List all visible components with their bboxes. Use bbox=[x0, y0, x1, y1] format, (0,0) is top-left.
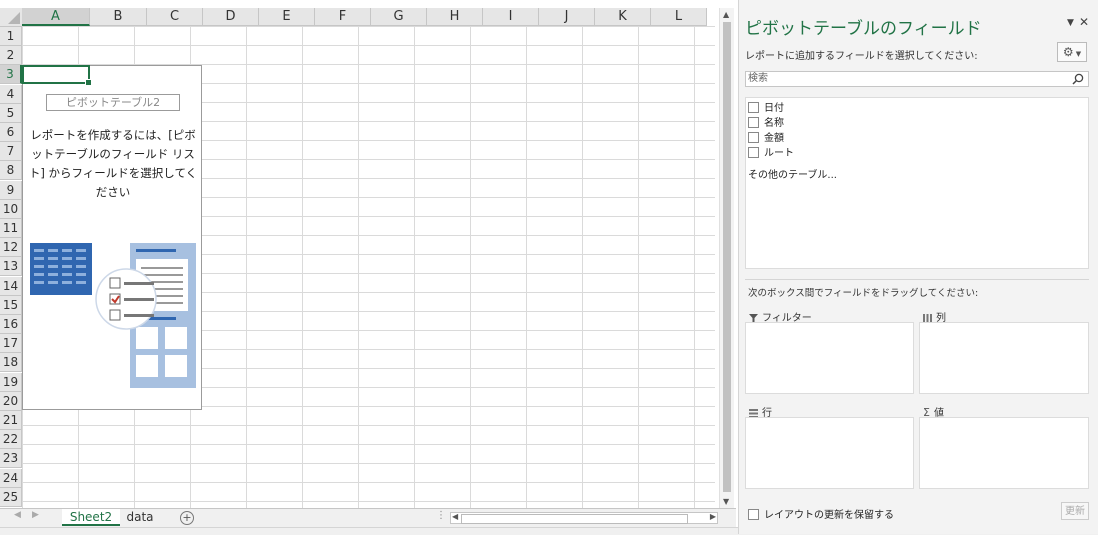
column-header-c[interactable]: C bbox=[147, 8, 203, 26]
select-all-corner[interactable] bbox=[0, 8, 23, 27]
columns-drop-area[interactable] bbox=[919, 322, 1089, 394]
pane-divider[interactable] bbox=[745, 279, 1089, 280]
pivot-instructions: レポートを作成するには、[ピボットテーブルのフィールド リスト] からフィールド… bbox=[28, 128, 198, 199]
row-header-14[interactable]: 14 bbox=[0, 276, 22, 296]
search-placeholder: 検索 bbox=[748, 73, 768, 84]
scroll-right-icon[interactable]: ▶ bbox=[710, 512, 716, 521]
column-header-k[interactable]: K bbox=[595, 8, 651, 26]
row-header-3[interactable]: 3 bbox=[0, 65, 22, 85]
gear-icon[interactable]: ⚙ ▼ bbox=[1057, 42, 1087, 62]
more-tables-link[interactable]: その他のテーブル... bbox=[748, 166, 837, 181]
field-label: 金額 bbox=[764, 133, 784, 144]
field-list: 日付 名称 金額 ルート その他のテーブル... bbox=[745, 97, 1089, 269]
column-header-f[interactable]: F bbox=[315, 8, 371, 26]
row-header-17[interactable]: 17 bbox=[0, 334, 22, 354]
drag-instruction: 次のボックス間でフィールドをドラッグしてください: bbox=[748, 288, 979, 299]
row-header-21[interactable]: 21 bbox=[0, 411, 22, 430]
row-header-7[interactable]: 7 bbox=[0, 142, 22, 162]
defer-layout-update[interactable]: レイアウトの更新を保留する bbox=[748, 506, 894, 521]
row-header-2[interactable]: 2 bbox=[0, 46, 22, 66]
defer-update-checkbox[interactable] bbox=[748, 508, 759, 520]
row-header-12[interactable]: 12 bbox=[0, 238, 22, 258]
row-header-18[interactable]: 18 bbox=[0, 353, 22, 373]
field-label: ルート bbox=[764, 148, 794, 159]
row-header-16[interactable]: 16 bbox=[0, 315, 22, 334]
row-header-20[interactable]: 20 bbox=[0, 391, 22, 411]
sheet-tab-data[interactable]: data bbox=[122, 509, 158, 526]
pivot-table-name: ピボットテーブル2 bbox=[46, 94, 180, 111]
row-header-22[interactable]: 22 bbox=[0, 430, 22, 450]
sheet-tab-sheet2[interactable]: Sheet2 bbox=[62, 509, 120, 526]
field-item-route[interactable]: ルート bbox=[748, 146, 794, 161]
rows-drop-area[interactable] bbox=[745, 417, 914, 489]
horizontal-scroll-thumb[interactable] bbox=[461, 514, 688, 524]
column-header-a[interactable]: A bbox=[22, 8, 90, 26]
column-header-h[interactable]: H bbox=[427, 8, 483, 26]
vertical-scroll-thumb[interactable] bbox=[723, 22, 731, 492]
pane-options-chevron-icon[interactable]: ▼ bbox=[1067, 18, 1074, 28]
splitter-handle-icon[interactable]: ⋮ bbox=[436, 510, 446, 521]
field-label: 日付 bbox=[764, 103, 784, 114]
column-header-d[interactable]: D bbox=[203, 8, 259, 26]
field-item-amount[interactable]: 金額 bbox=[748, 131, 784, 146]
selected-cell-a3[interactable] bbox=[22, 65, 92, 86]
checkbox[interactable] bbox=[748, 146, 759, 158]
row-header-23[interactable]: 23 bbox=[0, 449, 22, 469]
checkbox[interactable] bbox=[748, 101, 759, 113]
row-header-13[interactable]: 13 bbox=[0, 257, 22, 277]
field-item-name[interactable]: 名称 bbox=[748, 116, 784, 131]
row-header-19[interactable]: 19 bbox=[0, 372, 22, 392]
row-header-9[interactable]: 9 bbox=[0, 180, 22, 200]
checkbox[interactable] bbox=[748, 131, 759, 143]
scroll-up-icon[interactable]: ▲ bbox=[723, 10, 729, 19]
tab-scroll-left-icon[interactable]: ◀ bbox=[14, 510, 21, 520]
horizontal-scrollbar[interactable]: ◀ ▶ bbox=[450, 512, 718, 524]
pane-title: ピボットテーブルのフィールド bbox=[745, 19, 982, 39]
update-button[interactable]: 更新 bbox=[1061, 502, 1089, 520]
column-header-i[interactable]: I bbox=[483, 8, 539, 26]
column-header-j[interactable]: J bbox=[539, 8, 595, 26]
checkbox[interactable] bbox=[748, 116, 759, 128]
field-label: 名称 bbox=[764, 118, 784, 129]
field-item-date[interactable]: 日付 bbox=[748, 101, 784, 116]
row-header-10[interactable]: 10 bbox=[0, 199, 22, 219]
vertical-scrollbar[interactable]: ▲ ▼ bbox=[719, 8, 734, 508]
close-icon[interactable]: ✕ bbox=[1079, 15, 1089, 29]
defer-update-label: レイアウトの更新を保留する bbox=[764, 510, 894, 521]
row-header-15[interactable]: 15 bbox=[0, 295, 22, 315]
row-header-5[interactable]: 5 bbox=[0, 103, 22, 123]
row-header-24[interactable]: 24 bbox=[0, 468, 22, 488]
sheet-tab-bar: ◀ ▶ Sheet2 data + ⋮ ◀ ▶ bbox=[0, 508, 736, 527]
pivot-placeholder[interactable]: ピボットテーブル2 レポートを作成するには、[ピボットテーブルのフィールド リス… bbox=[22, 65, 202, 410]
column-header-b[interactable]: B bbox=[90, 8, 147, 26]
plus-circle-icon[interactable]: + bbox=[180, 511, 194, 525]
values-drop-area[interactable] bbox=[919, 417, 1089, 489]
column-header-g[interactable]: G bbox=[371, 8, 427, 26]
row-header-11[interactable]: 11 bbox=[0, 219, 22, 238]
row-header-4[interactable]: 4 bbox=[0, 84, 22, 104]
tab-scroll-right-icon[interactable]: ▶ bbox=[32, 510, 39, 520]
row-header-1[interactable]: 1 bbox=[0, 27, 22, 46]
scroll-left-icon[interactable]: ◀ bbox=[452, 512, 458, 521]
row-header-8[interactable]: 8 bbox=[0, 161, 22, 181]
spreadsheet-area: ABCDEFGHIJKL 1 2 3 4 5 6 7 8 9 10 11 12 13 14 15 16 17 18… bbox=[0, 0, 736, 534]
pane-subtitle: レポートに追加するフィールドを選択してください: bbox=[745, 51, 978, 62]
scroll-down-icon[interactable]: ▼ bbox=[723, 497, 729, 506]
search-icon[interactable] bbox=[1072, 73, 1084, 85]
pivot-field-list-pane: ピボットテーブルのフィールド ▼ ✕ レポートに追加するフィールドを選択してくだ… bbox=[738, 0, 1098, 534]
row-header-25[interactable]: 25 bbox=[0, 487, 22, 507]
row-header-6[interactable]: 6 bbox=[0, 123, 22, 142]
search-input[interactable]: 検索 bbox=[745, 71, 1089, 87]
column-header-e[interactable]: E bbox=[259, 8, 315, 26]
column-header-l[interactable]: L bbox=[651, 8, 707, 26]
pivot-illustration bbox=[30, 243, 196, 388]
filter-drop-area[interactable] bbox=[745, 322, 914, 394]
